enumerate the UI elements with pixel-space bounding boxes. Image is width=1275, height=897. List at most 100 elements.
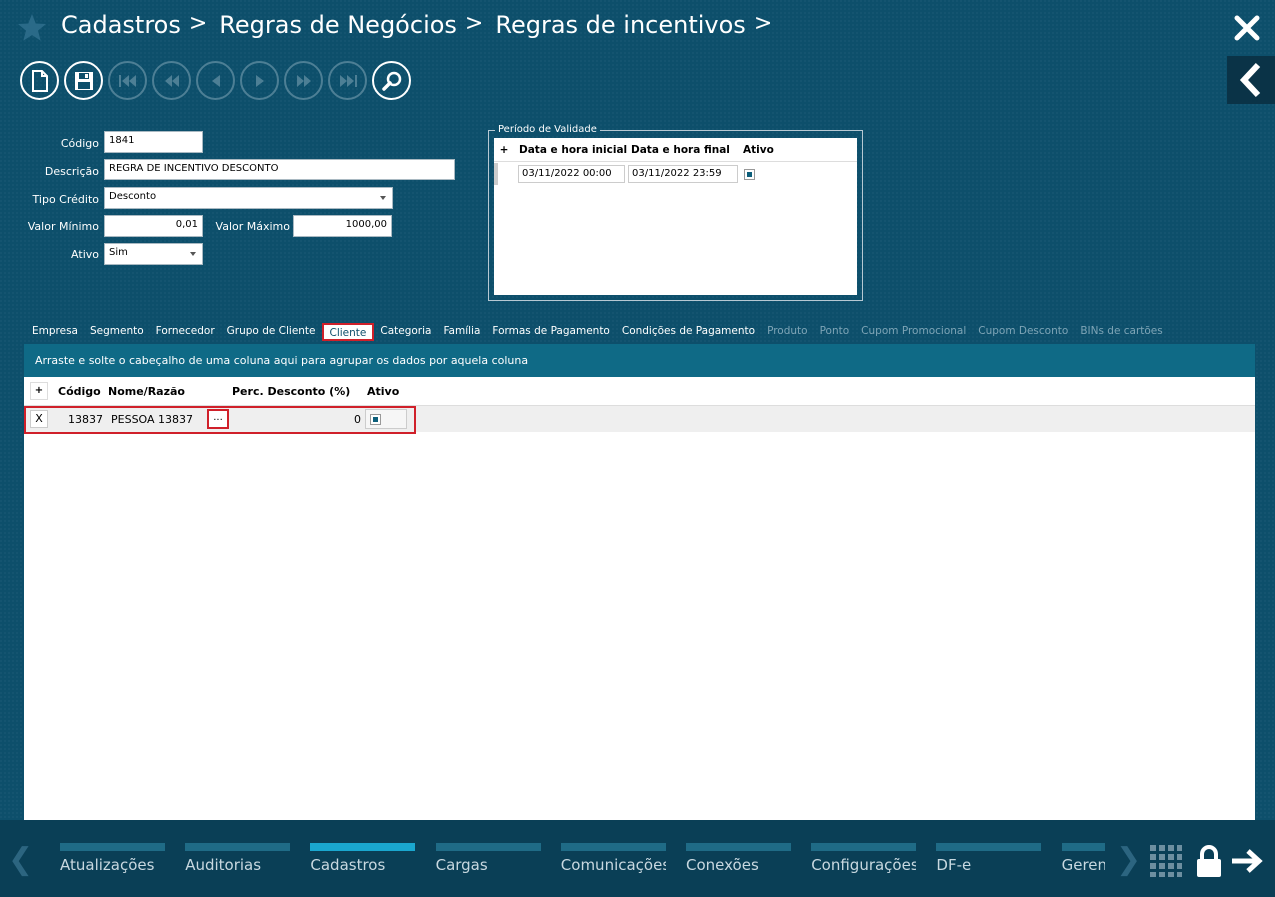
record-toolbar [20,61,411,100]
fast-forward-button[interactable] [284,61,323,100]
validade-add-button[interactable]: + [494,144,514,156]
tab-familia[interactable]: Família [437,323,486,341]
tab-grupo-de-cliente[interactable]: Grupo de Cliente [221,323,322,341]
new-button[interactable] [20,61,59,100]
tab-cupom-promocional[interactable]: Cupom Promocional [855,323,972,341]
tab-ponto[interactable]: Ponto [814,323,856,341]
search-button[interactable] [372,61,411,100]
module-cargas[interactable]: Cargas [435,843,541,874]
data-final-field[interactable]: 03/11/2022 23:59 [628,165,738,183]
col-data-final[interactable]: Data e hora final [631,144,743,156]
codigo-field[interactable]: 1841 [104,131,203,153]
col-ativo[interactable]: Ativo [367,385,407,398]
taskbar-next-chevron-icon[interactable]: ❯ [1116,842,1141,877]
grid-add-button[interactable]: + [30,382,48,400]
module-comunicacoes[interactable]: Comunicações [560,843,666,874]
delete-row-button[interactable]: X [30,410,48,428]
module-label: Comunicações [560,856,666,874]
checkbox-mark-icon [747,171,752,177]
descricao-label: Descrição [44,165,99,178]
module-label: Atualizações [60,856,155,874]
validade-header: + Data e hora inicial Data e hora final … [494,138,857,162]
save-button[interactable] [64,61,103,100]
module-configuracoes[interactable]: Configurações [811,843,917,874]
save-icon [74,71,93,90]
module-cadastros[interactable]: Cadastros [310,843,416,874]
module-label: Configurações [811,856,917,874]
col-data-inicial[interactable]: Data e hora inicial [519,144,631,156]
row-indicator [494,163,498,185]
tab-fornecedor[interactable]: Fornecedor [150,323,221,341]
cell-ativo[interactable] [365,409,407,429]
cell-perc[interactable]: 0 [229,413,361,426]
logout-arrow-icon[interactable] [1230,847,1264,875]
new-document-icon [31,69,48,92]
tab-segmento[interactable]: Segmento [84,323,150,341]
breadcrumb-separator: > [188,11,208,36]
breadcrumb-item-cadastros[interactable]: Cadastros [61,11,181,39]
lock-icon[interactable] [1195,844,1223,878]
tab-cliente[interactable]: Cliente [321,323,375,341]
ativo-value: Sim [109,247,128,258]
tipo-credito-select[interactable]: Desconto [104,187,393,209]
col-codigo[interactable]: Código [58,385,108,398]
periodo-validade-legend: Período de Validade [495,124,600,135]
ativo-checkbox[interactable] [370,413,381,425]
valor-maximo-label: Valor Máximo [215,220,290,233]
tab-cupom-desconto[interactable]: Cupom Desconto [972,323,1074,341]
descricao-field[interactable]: REGRA DE INCENTIVO DESCONTO [104,159,455,180]
module-bar [686,843,791,851]
rewind-button[interactable] [152,61,191,100]
module-bar [560,843,666,851]
favorite-star-icon[interactable] [16,12,48,44]
tab-formas-de-pagamento[interactable]: Formas de Pagamento [486,323,615,341]
valor-maximo-field[interactable]: 1000,00 [293,215,392,237]
codigo-label: Código [60,137,99,150]
module-bar [310,843,416,851]
module-label: Cadastros [310,856,386,874]
breadcrumb-separator: > [464,11,484,36]
module-gerenciamento[interactable]: Gerenciamento [1061,843,1105,874]
last-record-button[interactable] [328,61,367,100]
validade-ativo-checkbox[interactable] [744,168,755,180]
ativo-select[interactable]: Sim [104,243,203,265]
tab-produto[interactable]: Produto [761,323,814,341]
module-df-e[interactable]: DF-e [936,843,1042,874]
module-atualizacoes[interactable]: Atualizações [60,843,165,874]
collapse-panel-button[interactable] [1227,56,1275,104]
lookup-ellipsis-button[interactable]: ... [207,409,229,429]
tipo-credito-label: Tipo Crédito [32,193,99,206]
module-bar [936,843,1042,851]
apps-grid-icon[interactable] [1150,845,1182,877]
dropdown-arrow-icon [190,252,196,256]
close-icon[interactable] [1233,14,1261,42]
valor-minimo-field[interactable]: 0,01 [104,215,203,237]
breadcrumb: Cadastros > Regras de Negócios > Regras … [61,11,778,39]
previous-icon [211,74,220,87]
module-conexoes[interactable]: Conexões [686,843,791,874]
module-auditorias[interactable]: Auditorias [185,843,291,874]
module-label: Auditorias [185,856,262,874]
breadcrumb-item-regras-incentivos[interactable]: Regras de incentivos [495,11,745,39]
breadcrumb-separator: > [753,11,773,36]
tab-empresa[interactable]: Empresa [26,323,84,341]
next-button[interactable] [240,61,279,100]
tab-categoria[interactable]: Categoria [374,323,437,341]
validade-row: 03/11/2022 00:00 03/11/2022 23:59 [494,162,857,186]
cell-codigo: 13837 [68,412,103,426]
col-perc-desconto[interactable]: Perc. Desconto (%) [232,385,367,398]
taskbar-prev-chevron-icon[interactable]: ❮ [8,842,33,877]
col-nome-razao[interactable]: Nome/Razão [108,385,232,398]
breadcrumb-item-regras-negocios[interactable]: Regras de Negócios [219,11,457,39]
tab-bins-de-cartoes[interactable]: BINs de cartões [1074,323,1168,341]
group-by-hint[interactable]: Arraste e solte o cabeçalho de uma colun… [24,344,1255,377]
next-icon [255,74,264,87]
first-record-button[interactable] [108,61,147,100]
tab-condicoes-de-pagamento[interactable]: Condições de Pagamento [616,323,761,341]
tipo-credito-value: Desconto [109,191,157,202]
first-record-icon [118,74,136,87]
previous-button[interactable] [196,61,235,100]
data-inicial-field[interactable]: 03/11/2022 00:00 [518,165,625,183]
table-row: X 13837 PESSOA 13837 ... 0 [24,406,1255,432]
col-ativo[interactable]: Ativo [743,144,783,156]
